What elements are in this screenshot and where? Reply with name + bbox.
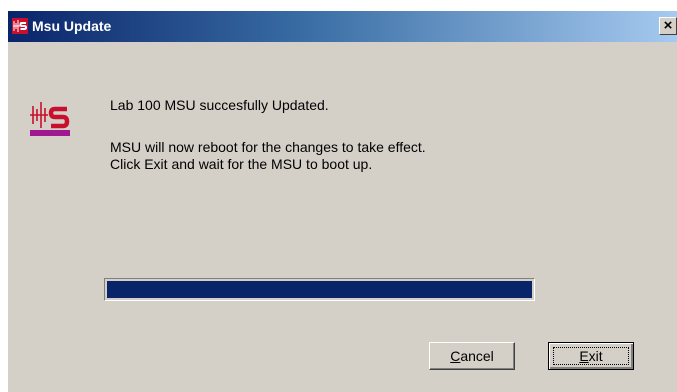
update-dialog: Msu Update × Lab 100 MSU succesfully Upd… [8,11,677,392]
progress-bar [104,278,535,301]
exit-button[interactable]: Exit [548,342,634,370]
cancel-button-label: Cancel [450,348,494,364]
reboot-message: MSU will now reboot for the changes to t… [110,139,426,155]
exit-label-rest: xit [588,348,603,364]
exit-button-label: Exit [579,348,603,364]
window-title: Msu Update [32,18,112,34]
status-message: Lab 100 MSU succesfully Updated. [110,97,329,113]
close-button[interactable]: × [659,17,677,35]
close-icon: × [663,17,673,34]
app-logo-icon [12,18,28,34]
title-bar[interactable]: Msu Update × [8,11,677,42]
app-logo-icon [30,102,70,136]
instruction-message: Click Exit and wait for the MSU to boot … [110,156,373,172]
cancel-label-rest: ancel [460,348,494,364]
cancel-button[interactable]: Cancel [429,342,515,370]
progress-fill [107,281,532,298]
